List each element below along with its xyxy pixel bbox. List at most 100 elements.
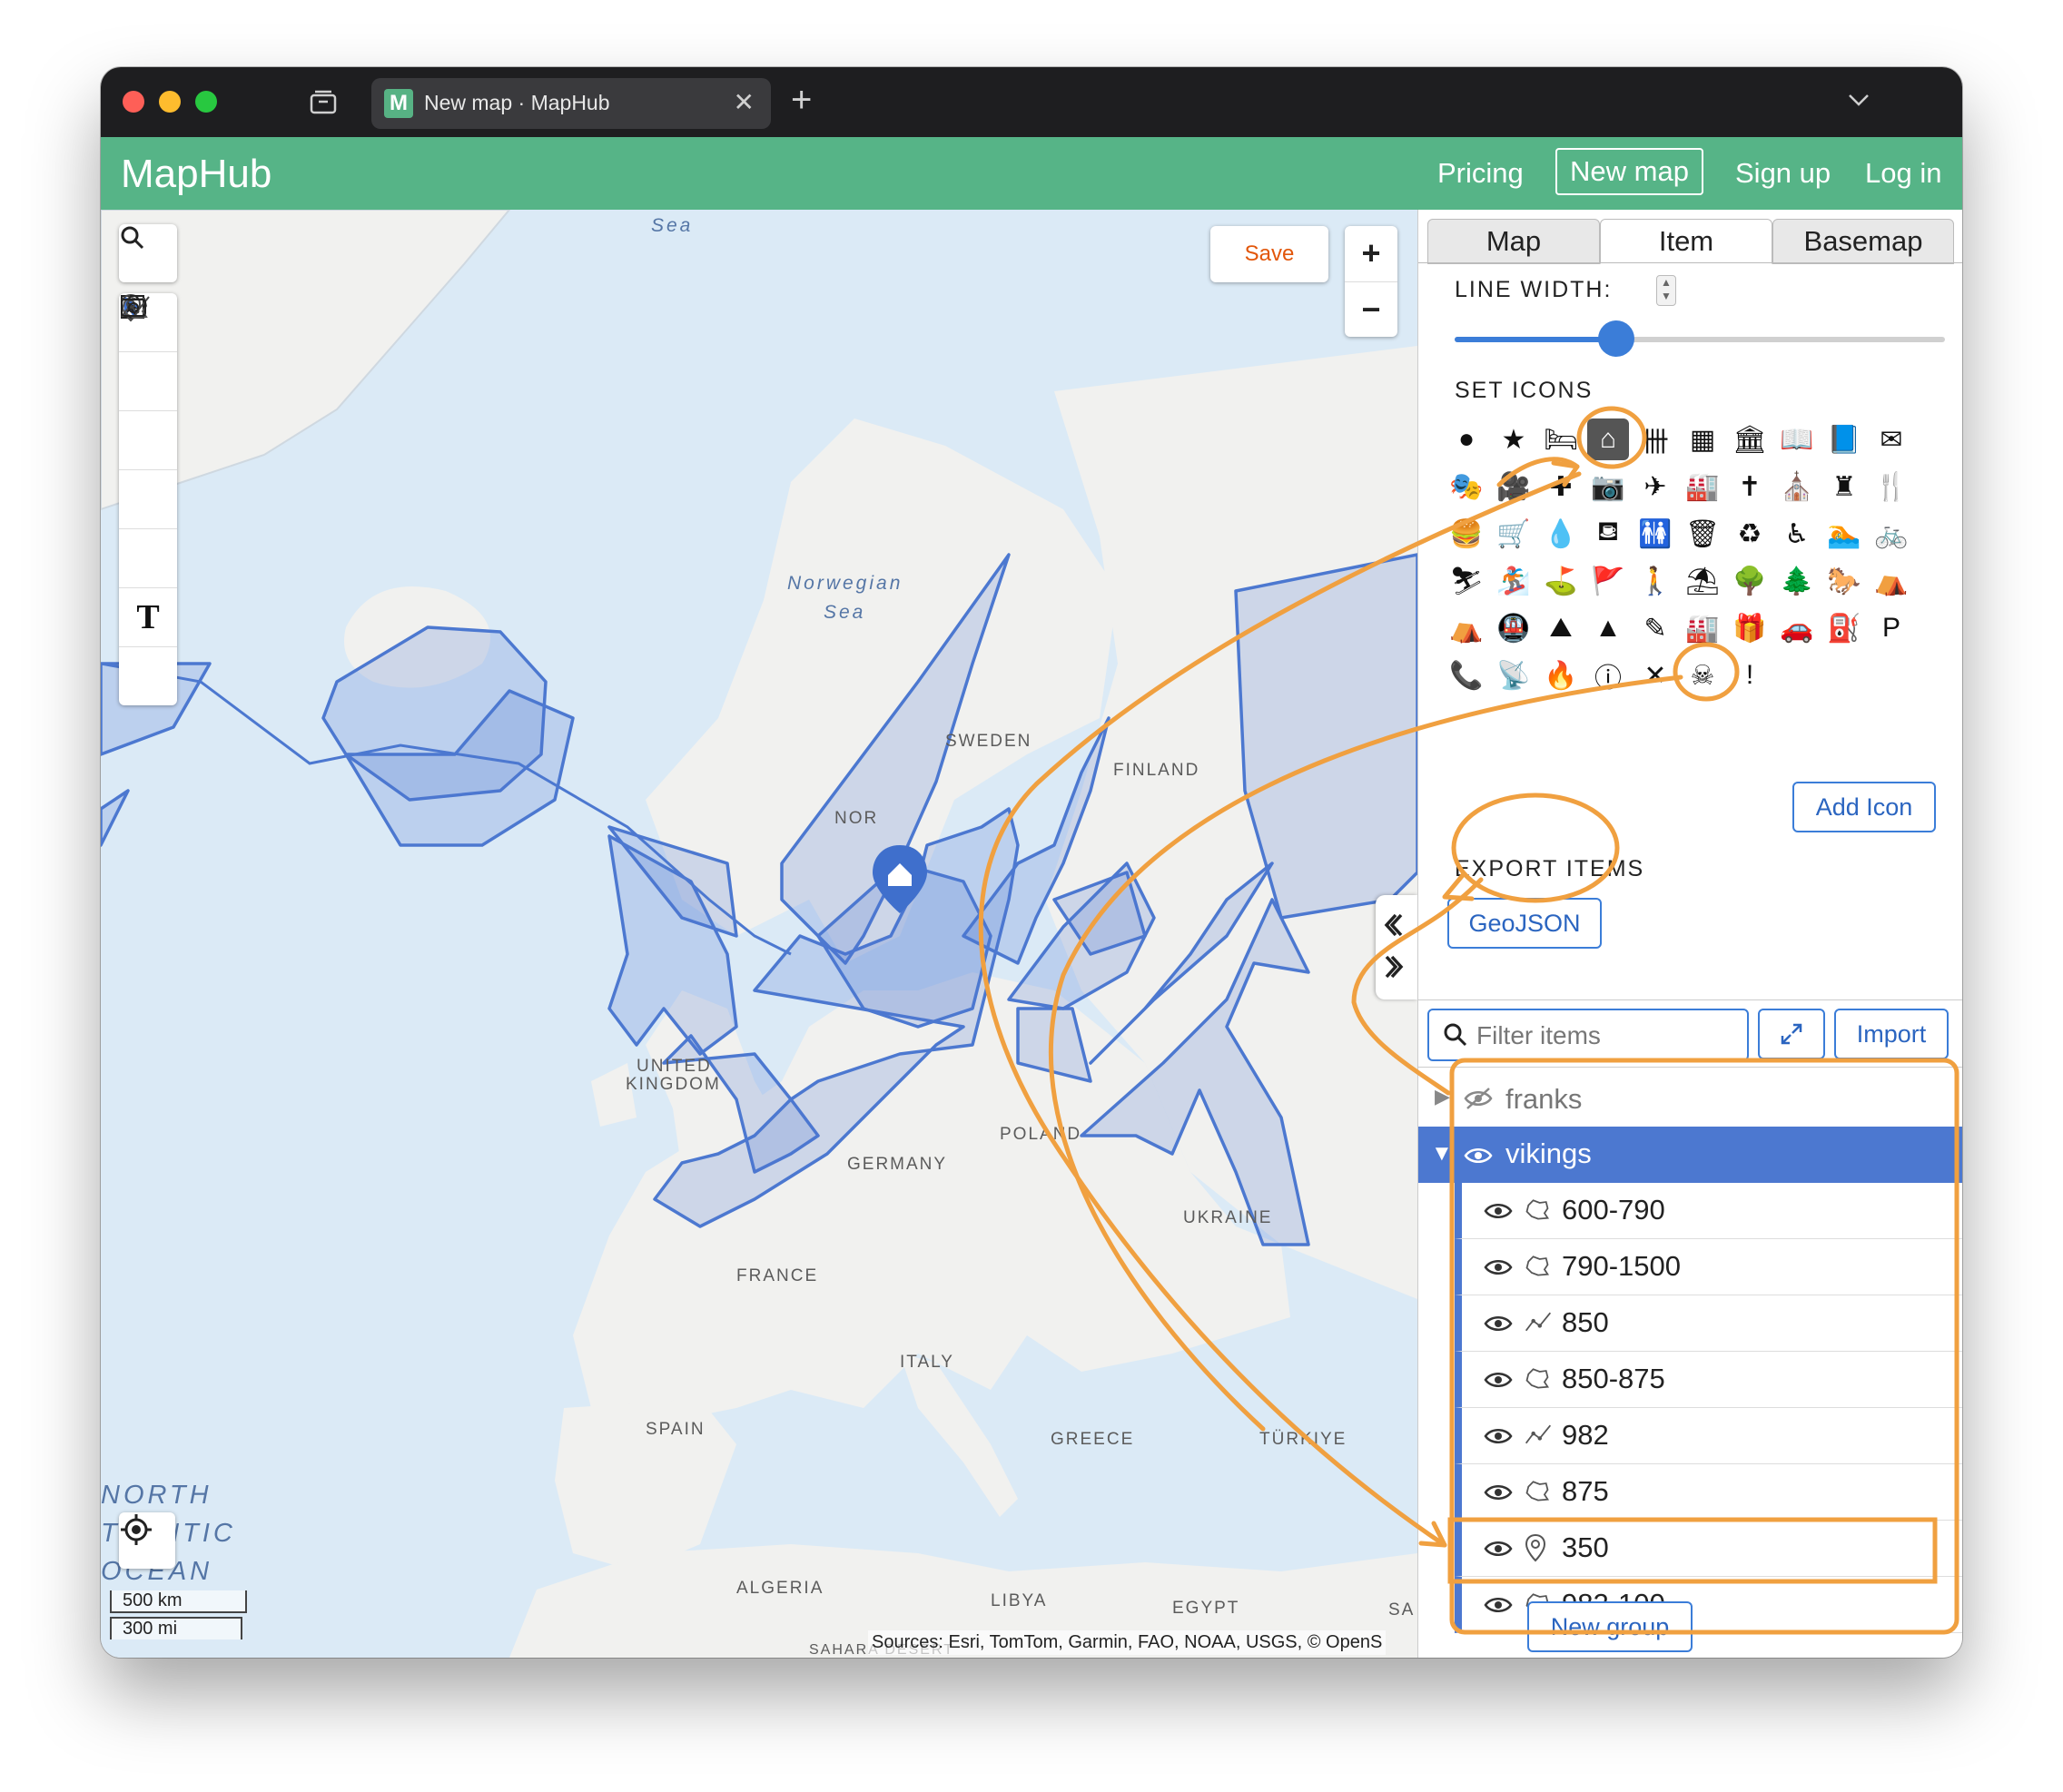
layer-item[interactable]: 850 — [1455, 1295, 1962, 1352]
set-icon-option[interactable]: 🏂 — [1493, 560, 1535, 602]
geojson-export-button[interactable]: GeoJSON — [1447, 898, 1602, 949]
set-icon-option[interactable]: 🛏 — [1540, 418, 1582, 460]
eye-icon[interactable] — [1484, 1313, 1513, 1339]
locate-button[interactable] — [119, 1512, 175, 1569]
set-icon-option[interactable]: ♻ — [1729, 513, 1771, 555]
set-icon-option[interactable]: 🚗 — [1776, 607, 1818, 649]
set-icon-option[interactable]: ⛰ — [1540, 607, 1582, 649]
nav-log-in[interactable]: Log in — [1865, 157, 1941, 190]
nav-new-map[interactable]: New map — [1555, 148, 1703, 195]
maximize-window-button[interactable] — [195, 91, 217, 113]
eye-icon[interactable] — [1484, 1200, 1513, 1226]
set-icon-option[interactable]: 🚲 — [1871, 513, 1912, 555]
line-width-stepper[interactable]: ▲ ▼ — [1656, 275, 1676, 306]
set-icon-option[interactable]: ⛪ — [1776, 466, 1818, 507]
set-icon-option[interactable]: 🚩 — [1587, 560, 1629, 602]
slider-knob[interactable] — [1598, 320, 1635, 357]
set-icon-option[interactable]: 📞 — [1446, 655, 1487, 696]
nav-pricing[interactable]: Pricing — [1437, 157, 1524, 190]
set-icon-option[interactable]: 📖 — [1776, 418, 1818, 460]
add-icon-button[interactable]: Add Icon — [1792, 782, 1936, 832]
box-select-tool-button[interactable] — [119, 295, 177, 411]
layer-item[interactable]: 790-1500 — [1455, 1239, 1962, 1295]
set-icon-option[interactable]: ⓘ — [1587, 655, 1629, 696]
set-icon-option[interactable]: 🐎 — [1823, 560, 1865, 602]
set-icon-option[interactable]: 🍴 — [1871, 466, 1912, 507]
tab-overview-icon[interactable] — [308, 87, 339, 118]
browser-tab[interactable]: M New map · MapHub ✕ — [371, 78, 771, 129]
set-icon-option[interactable]: 🎥 — [1493, 466, 1535, 507]
set-icon-option[interactable]: ⛳ — [1540, 560, 1582, 602]
set-icon-option[interactable]: 🔥 — [1540, 655, 1582, 696]
map-canvas[interactable]: Sea Norwegian Sea SWEDEN FINLAND NOR UNI… — [101, 210, 1417, 1658]
set-icon-option[interactable]: ▦ — [1682, 418, 1723, 460]
expand-button[interactable] — [1758, 1009, 1825, 1059]
search-button[interactable] — [119, 224, 177, 282]
set-icon-option[interactable]: ✎ — [1634, 607, 1676, 649]
close-window-button[interactable] — [123, 91, 144, 113]
tab-basemap[interactable]: Basemap — [1772, 219, 1954, 264]
panel-collapse-handle[interactable] — [1376, 895, 1417, 999]
marker-tool-button[interactable] — [119, 293, 177, 470]
set-icon-option[interactable]: ⛺ — [1446, 607, 1487, 649]
import-button[interactable]: Import — [1834, 1009, 1949, 1059]
line-tool-button[interactable] — [119, 296, 177, 529]
chevron-down-icon[interactable] — [1846, 87, 1871, 113]
eye-icon[interactable] — [1484, 1425, 1513, 1452]
line-width-slider[interactable] — [1455, 320, 1945, 357]
zoom-in-button[interactable]: + — [1345, 226, 1397, 282]
filter-items-input[interactable]: Filter items — [1427, 1009, 1749, 1061]
set-icon-option[interactable]: 💧 — [1540, 513, 1582, 555]
set-icon-option[interactable]: ⛷ — [1446, 560, 1487, 602]
set-icon-option[interactable]: 📘 — [1823, 418, 1865, 460]
set-icon-option[interactable]: 📷 — [1587, 466, 1629, 507]
triangle-right-icon[interactable]: ▶ — [1435, 1085, 1450, 1108]
set-icon-option[interactable]: 🏛 — [1729, 418, 1771, 460]
zoom-out-button[interactable]: − — [1345, 282, 1397, 338]
set-icon-option[interactable]: ✕ — [1634, 655, 1676, 696]
set-icon-option[interactable]: ✝ — [1729, 466, 1771, 507]
set-icon-option[interactable]: 🏭 — [1682, 607, 1723, 649]
maphub-logo[interactable]: MapHub — [121, 152, 271, 197]
set-icon-option[interactable]: ▲ — [1587, 607, 1629, 649]
eye-icon[interactable] — [1484, 1482, 1513, 1508]
triangle-down-icon[interactable]: ▼ — [1431, 1141, 1453, 1167]
set-icon-option[interactable]: 卌 — [1634, 418, 1676, 460]
set-icon-option[interactable]: 🎭 — [1446, 466, 1487, 507]
eye-icon[interactable] — [1484, 1594, 1513, 1620]
layer-item[interactable]: 982 — [1455, 1408, 1962, 1464]
set-icon-option[interactable]: 🏊 — [1823, 513, 1865, 555]
new-group-button[interactable]: New group — [1527, 1601, 1693, 1652]
text-tool-button[interactable]: T — [119, 588, 177, 647]
set-icon-option[interactable]: ⛽ — [1823, 607, 1865, 649]
camera-tool-button[interactable] — [119, 295, 177, 705]
set-icon-option[interactable]: ⛱ — [1682, 560, 1723, 602]
eye-icon[interactable] — [1484, 1256, 1513, 1283]
set-icon-option[interactable]: ✈ — [1634, 466, 1676, 507]
nav-sign-up[interactable]: Sign up — [1735, 157, 1831, 190]
set-icon-option[interactable]: 🌲 — [1776, 560, 1818, 602]
set-icon-option[interactable]: P — [1871, 607, 1912, 649]
save-button[interactable]: Save — [1210, 226, 1328, 282]
set-icon-option[interactable]: 🎁 — [1729, 607, 1771, 649]
set-icon-option[interactable]: ✚ — [1540, 466, 1582, 507]
tab-map[interactable]: Map — [1427, 219, 1600, 264]
set-icon-option[interactable]: ! — [1729, 655, 1771, 696]
tab-item[interactable]: Item — [1600, 219, 1772, 264]
set-icon-option[interactable]: 🍔 — [1446, 513, 1487, 555]
new-tab-button[interactable]: + — [791, 80, 812, 120]
eye-icon[interactable] — [1464, 1145, 1493, 1167]
minimize-window-button[interactable] — [159, 91, 181, 113]
polygon-tool-button[interactable] — [119, 295, 177, 588]
set-icon-option[interactable]: 🚇 — [1493, 607, 1535, 649]
set-icon-option[interactable]: ✉ — [1871, 418, 1912, 460]
set-icon-option[interactable]: ★ — [1493, 418, 1535, 460]
set-icon-option[interactable]: ⛺ — [1871, 560, 1912, 602]
set-icon-option[interactable]: 🗑 — [1682, 513, 1723, 555]
set-icon-option[interactable]: ♿ — [1776, 513, 1818, 555]
group-franks[interactable]: ▶ franks — [1418, 1070, 1962, 1127]
layer-item[interactable]: 875 — [1455, 1464, 1962, 1521]
eye-slash-icon[interactable] — [1464, 1087, 1493, 1110]
set-icon-option[interactable]: 🌳 — [1729, 560, 1771, 602]
close-tab-icon[interactable]: ✕ — [734, 87, 755, 117]
